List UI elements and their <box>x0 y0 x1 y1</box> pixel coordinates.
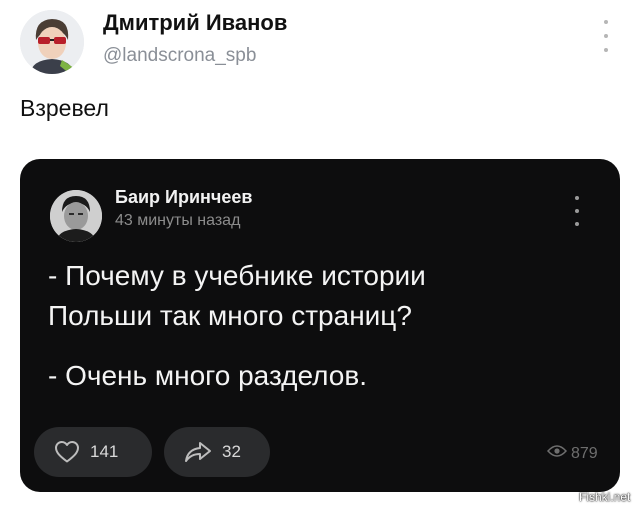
embedded-author-avatar <box>50 190 102 242</box>
embedded-timestamp: 43 минуты назад <box>115 212 241 229</box>
views-count: 879 <box>571 444 598 462</box>
repost-button: 32 <box>164 427 270 477</box>
repost-count: 32 <box>222 442 241 461</box>
tweet-text: Взревел <box>20 95 109 121</box>
author-name[interactable]: Дмитрий Иванов <box>103 10 287 36</box>
share-arrow-icon <box>184 440 212 464</box>
vertical-dots-icon <box>571 196 583 226</box>
like-button: 141 <box>34 427 152 477</box>
vertical-dots-icon[interactable] <box>596 20 616 52</box>
embedded-author-name: Баир Иринчеев <box>115 187 253 207</box>
like-count: 141 <box>90 442 119 461</box>
eye-icon <box>546 444 568 463</box>
embedded-post-card: Баир Иринчеев 43 минуты назад - Почему в… <box>20 159 620 492</box>
heart-icon <box>54 440 80 464</box>
author-handle[interactable]: @landscrona_spb <box>103 45 256 67</box>
views-counter: 879 <box>546 444 598 463</box>
embedded-message-question: - Почему в учебнике истории Польши так м… <box>48 256 426 336</box>
embedded-line: - Очень много разделов. <box>48 360 368 391</box>
embedded-line: - Почему в учебнике истории <box>48 260 426 291</box>
embedded-line: Польши так много страниц? <box>48 300 412 331</box>
author-avatar[interactable] <box>20 10 84 74</box>
embedded-message-answer: - Очень много разделов. <box>48 356 367 396</box>
site-watermark: Fishki.net <box>579 490 631 504</box>
